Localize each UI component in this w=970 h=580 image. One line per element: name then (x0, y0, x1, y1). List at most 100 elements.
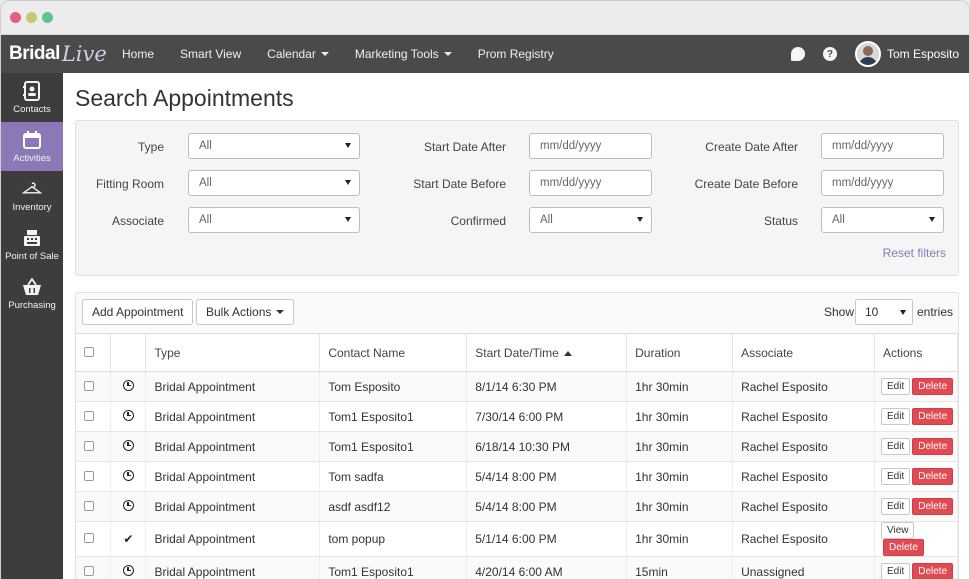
row-checkbox[interactable] (84, 470, 94, 481)
dropdown-arrow-icon (345, 143, 351, 148)
delete-button[interactable]: Delete (912, 408, 954, 425)
bulk-actions-button[interactable]: Bulk Actions (196, 299, 295, 325)
appointments-panel: Add Appointment Bulk Actions Show 10 ent… (75, 292, 959, 579)
column-header-associate[interactable]: Associate (732, 333, 875, 372)
edit-button[interactable]: Edit (880, 563, 911, 579)
table-row[interactable]: Bridal Appointment Tom sadfa 5/4/14 8:00 P… (76, 461, 959, 492)
row-checkbox[interactable] (84, 440, 94, 451)
delete-button[interactable]: Delete (912, 498, 954, 515)
row-select-cell (76, 401, 112, 432)
reset-filters-link[interactable]: Reset filters (883, 246, 946, 260)
user-name[interactable]: Tom Esposito (887, 47, 959, 61)
edit-button[interactable]: Edit (880, 468, 911, 485)
row-checkbox[interactable] (84, 380, 94, 391)
cell-contact: tom popup (319, 521, 468, 557)
table-row[interactable]: Bridal Appointment Tom1 Esposito1 6/18/14 … (76, 431, 959, 462)
cell-start: 6/18/14 10:30 PM (466, 431, 628, 462)
cell-duration: 1hr 30min (626, 431, 734, 462)
edit-button[interactable]: Edit (880, 378, 911, 395)
filter-start-before-input[interactable]: mm/dd/yyyy (529, 170, 652, 196)
table-row[interactable]: ✔ Bridal Appointment tom popup 5/1/14 6:00 … (76, 521, 959, 557)
sidebar-item-label: Point of Sale (5, 250, 59, 262)
page-title: Search Appointments (75, 85, 294, 111)
filter-create-after-input[interactable]: mm/dd/yyyy (821, 133, 944, 159)
filter-fitting-room-value: All (199, 177, 212, 189)
filter-create-before-input[interactable]: mm/dd/yyyy (821, 170, 944, 196)
delete-button[interactable]: Delete (912, 438, 954, 455)
row-checkbox[interactable] (84, 565, 94, 576)
sidebar-item-purchasing[interactable]: Purchasing (1, 269, 63, 318)
checkmark-icon: ✔ (123, 532, 134, 546)
clock-icon (122, 564, 134, 576)
row-status-cell (110, 401, 147, 432)
filter-fitting-room-select[interactable]: All (188, 170, 360, 196)
filter-start-after-placeholder: mm/dd/yyyy (540, 140, 602, 152)
help-icon[interactable]: ? (822, 47, 837, 61)
nav-marketing-tools[interactable]: Marketing Tools (342, 35, 465, 73)
register-icon (22, 228, 42, 248)
filter-status-select[interactable]: All (821, 207, 944, 233)
row-status-cell: ✔ (110, 521, 147, 557)
column-header-type[interactable]: Type (145, 333, 321, 372)
row-checkbox[interactable] (84, 533, 94, 543)
nav-prom-registry[interactable]: Prom Registry (465, 35, 567, 73)
row-checkbox[interactable] (84, 410, 94, 421)
delete-button[interactable]: Delete (912, 563, 954, 579)
add-appointment-button[interactable]: Add Appointment (82, 299, 194, 325)
clock-icon (122, 409, 134, 421)
nav-smart-view[interactable]: Smart View (167, 35, 254, 73)
view-button[interactable]: View (880, 522, 915, 539)
sort-ascending-icon (563, 350, 572, 356)
filter-associate-select[interactable]: All (188, 207, 360, 233)
main-content: Search Appointments Type All Fitting Roo… (63, 73, 969, 579)
cell-type: Bridal Appointment (145, 491, 321, 522)
filter-status-label: Status (763, 214, 798, 228)
row-select-cell (76, 491, 112, 522)
nav-calendar-label: Calendar (267, 47, 316, 61)
delete-button[interactable]: Delete (912, 378, 954, 395)
cell-duration: 1hr 30min (626, 461, 734, 492)
nav-home-label: Home (122, 47, 155, 61)
row-checkbox[interactable] (84, 500, 94, 511)
sidebar-item-contacts[interactable]: Contacts (1, 73, 63, 122)
chevron-down-icon (443, 52, 452, 56)
column-header-start[interactable]: Start Date/Time (466, 333, 628, 372)
filter-confirmed-select[interactable]: All (529, 207, 652, 233)
nav-home[interactable]: Home (109, 35, 167, 73)
close-window-button[interactable] (10, 12, 21, 23)
table-row[interactable]: Bridal Appointment Tom Esposito 8/1/14 6:3… (76, 371, 959, 402)
edit-button[interactable]: Edit (880, 408, 911, 425)
cell-duration: 1hr 30min (626, 521, 734, 557)
nav-links: Home Smart View Calendar Marketing Tools… (109, 35, 567, 73)
filter-type-select[interactable]: All (188, 133, 360, 159)
filter-type-value: All (199, 140, 212, 152)
clock-icon (122, 499, 134, 511)
cell-actions: Edit Delete (874, 556, 959, 579)
nav-marketing-tools-label: Marketing Tools (354, 47, 439, 61)
filter-start-after-input[interactable]: mm/dd/yyyy (529, 133, 652, 159)
chat-icon[interactable] (790, 47, 805, 61)
window-titlebar (1, 1, 969, 35)
delete-button[interactable]: Delete (912, 468, 954, 485)
sidebar-item-label: Inventory (12, 201, 52, 213)
column-header-duration[interactable]: Duration (626, 333, 734, 372)
column-header-contact[interactable]: Contact Name (319, 333, 468, 372)
entries-select[interactable]: 10 (855, 299, 913, 325)
app-logo[interactable]: Bridal Live (9, 39, 107, 69)
edit-button[interactable]: Edit (880, 438, 911, 455)
minimize-window-button[interactable] (26, 12, 37, 23)
select-all-checkbox[interactable] (84, 346, 94, 357)
nav-calendar[interactable]: Calendar (254, 35, 342, 73)
cell-associate: Rachel Esposito (732, 431, 875, 462)
filters-panel: Type All Fitting Room All Associate All … (75, 120, 959, 276)
edit-button[interactable]: Edit (880, 498, 911, 515)
avatar[interactable] (854, 41, 881, 67)
maximize-window-button[interactable] (42, 12, 53, 23)
filter-start-before-placeholder: mm/dd/yyyy (540, 177, 602, 189)
row-status-cell (110, 461, 147, 492)
table-row[interactable]: Bridal Appointment asdf asdf12 5/4/14 8:00… (76, 491, 959, 522)
filter-create-after-placeholder: mm/dd/yyyy (832, 140, 894, 152)
table-row[interactable]: Bridal Appointment Tom1 Esposito1 7/30/14 … (76, 401, 959, 432)
delete-button[interactable]: Delete (882, 539, 924, 556)
table-row[interactable]: Bridal Appointment Tom1 Esposito1 4/20/14 … (76, 556, 959, 579)
